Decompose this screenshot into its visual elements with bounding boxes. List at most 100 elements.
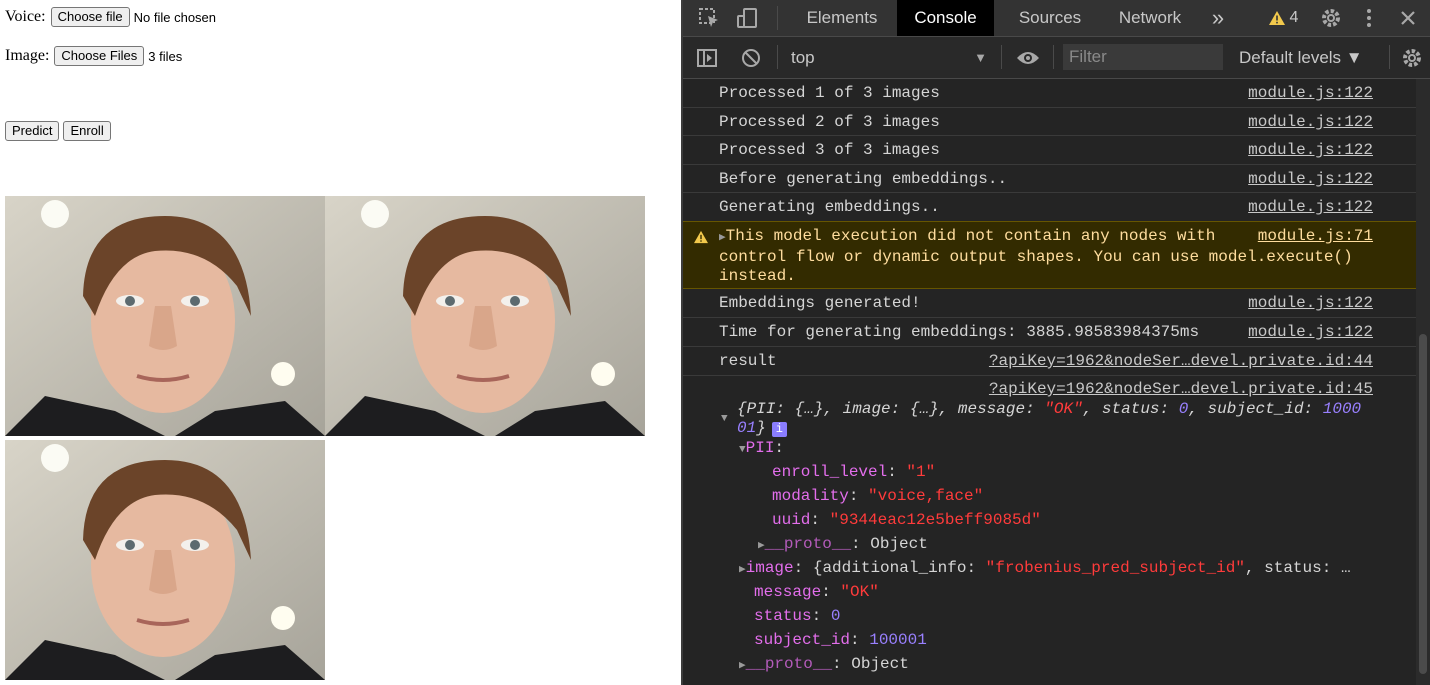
message-text: Before generating embeddings.. <box>719 170 1008 188</box>
console-message: Processed 3 of 3 images module.js:122 <box>683 136 1416 165</box>
collapse-triangle-icon[interactable]: ▼ <box>739 444 746 456</box>
summary-image-val: {…} <box>909 400 939 418</box>
uuid-value: "9344eac12e5beff9085d" <box>829 511 1041 529</box>
object-proto-row[interactable]: ▶__proto__: Object <box>739 655 909 673</box>
image-row: Image: Choose Files 3 files <box>5 46 182 66</box>
show-sidebar-icon[interactable] <box>693 37 721 78</box>
console-object-entry: ?apiKey=1962&nodeSer…devel.private.id:45… <box>683 376 1416 685</box>
summary-status-key: status <box>1101 400 1160 418</box>
enroll-level-key: enroll_level <box>772 463 888 481</box>
predict-button[interactable]: Predict <box>5 121 60 141</box>
tab-elements[interactable]: Elements <box>791 0 893 36</box>
warning-icon <box>1268 11 1285 25</box>
message-row: message: "OK" <box>754 583 879 601</box>
live-expression-eye-icon[interactable] <box>1013 37 1043 78</box>
more-tabs-button[interactable]: » <box>1205 0 1231 36</box>
image-node[interactable]: ▶image: {additional_info: "frobenius_pre… <box>739 559 1351 577</box>
expand-triangle-icon[interactable]: ▶ <box>758 540 765 552</box>
voice-file-button[interactable]: Choose file <box>50 7 130 27</box>
message-key: message <box>754 583 822 601</box>
image-files-button[interactable]: Choose Files <box>54 46 145 66</box>
info-badge-icon[interactable]: i <box>771 422 787 437</box>
console-message: Embeddings generated! module.js:122 <box>683 289 1416 318</box>
face-photo-2 <box>325 196 645 436</box>
summary-open: { <box>737 400 747 418</box>
settings-gear-icon[interactable] <box>1317 0 1345 36</box>
expand-triangle-icon[interactable]: ▶ <box>719 232 726 244</box>
additional-info-value: "frobenius_pred_subject_id" <box>985 559 1245 577</box>
divider <box>1389 45 1390 69</box>
modality-row: modality: "voice,face" <box>772 487 984 505</box>
web-page: Voice: Choose file No file chosen Image:… <box>0 0 681 685</box>
source-link[interactable]: module.js:122 <box>1248 198 1373 216</box>
clear-console-icon[interactable] <box>737 37 765 78</box>
summary-pii-key: PII <box>746 400 776 418</box>
source-link[interactable]: module.js:122 <box>1248 84 1373 102</box>
expand-triangle-icon[interactable]: ▶ <box>739 564 746 576</box>
subject-id-key: subject_id <box>754 631 851 649</box>
console-message: Processed 1 of 3 images module.js:122 <box>683 79 1416 108</box>
more-options-icon[interactable] <box>1359 0 1379 36</box>
summary-message-key: message <box>957 400 1026 418</box>
summary-subject-val: 1000 <box>1322 400 1362 418</box>
source-link[interactable]: module.js:122 <box>1248 141 1373 159</box>
status-value: 0 <box>830 607 841 625</box>
console-scrollbar[interactable] <box>1416 79 1430 685</box>
face-photo-3 <box>5 440 325 680</box>
devtools-panel: Elements Console Sources Network » 4 top… <box>681 0 1430 685</box>
console-warning: ▶This model execution did not contain an… <box>683 221 1416 289</box>
close-devtools-icon[interactable] <box>1397 0 1419 36</box>
console-message: Processed 2 of 3 images module.js:122 <box>683 108 1416 136</box>
tab-sources[interactable]: Sources <box>1003 0 1097 36</box>
pii-proto-row[interactable]: ▶__proto__: Object <box>758 535 928 553</box>
image-key: image <box>745 559 794 577</box>
device-toolbar-icon[interactable] <box>733 0 761 36</box>
message-text: Embeddings generated! <box>719 294 921 312</box>
console-settings-gear-icon[interactable] <box>1399 37 1425 78</box>
source-link[interactable]: module.js:122 <box>1248 113 1373 131</box>
object-summary[interactable]: ▼ {PII: {…}, image: {…}, message: "OK", s… <box>721 400 1361 438</box>
enroll-button[interactable]: Enroll <box>63 121 111 141</box>
divider <box>777 6 778 30</box>
source-link[interactable]: module.js:122 <box>1248 294 1373 312</box>
modality-value: "voice,face" <box>868 487 984 505</box>
message-text: Processed 3 of 3 images <box>719 141 940 159</box>
warning-line-2: control flow or dynamic output shapes. Y… <box>719 248 1353 266</box>
source-link[interactable]: ?apiKey=1962&nodeSer…devel.private.id:44 <box>989 352 1373 370</box>
console-filter-input[interactable]: Filter <box>1063 44 1223 70</box>
source-link[interactable]: ?apiKey=1962&nodeSer…devel.private.id:45 <box>989 380 1373 398</box>
collapse-triangle-icon[interactable]: ▼ <box>721 410 728 429</box>
message-text: Generating embeddings.. <box>719 198 940 216</box>
message-text: Time for generating embeddings: 3885.985… <box>719 323 1200 341</box>
image-prefix: {additional_info: <box>812 559 986 577</box>
proto-key: __proto__ <box>745 655 833 673</box>
pii-key: PII <box>745 439 775 457</box>
source-link[interactable]: module.js:71 <box>1258 227 1373 245</box>
context-label: top <box>791 47 815 67</box>
scrollbar-thumb[interactable] <box>1419 334 1427 674</box>
warning-icon <box>693 230 709 249</box>
proto-value: Object <box>870 535 928 553</box>
message-text: Processed 1 of 3 images <box>719 84 940 102</box>
proto-key: __proto__ <box>764 535 852 553</box>
message-text: result <box>719 352 777 370</box>
warnings-counter[interactable]: 4 <box>1257 0 1309 36</box>
log-levels-dropdown[interactable]: Default levels ▼ <box>1239 37 1363 78</box>
image-label: Image: <box>5 47 50 64</box>
summary-message-val: "OK" <box>1044 400 1083 418</box>
inspect-element-icon[interactable] <box>695 0 723 36</box>
expand-triangle-icon[interactable]: ▶ <box>739 660 746 672</box>
source-link[interactable]: module.js:122 <box>1248 170 1373 188</box>
divider <box>1001 45 1002 69</box>
source-link[interactable]: module.js:122 <box>1248 323 1373 341</box>
tab-network[interactable]: Network <box>1107 0 1193 36</box>
image-suffix: , status: … <box>1244 559 1351 577</box>
tab-console[interactable]: Console <box>897 0 994 36</box>
console-message: result ?apiKey=1962&nodeSer…devel.privat… <box>683 347 1416 376</box>
divider <box>777 45 778 69</box>
uuid-key: uuid <box>772 511 811 529</box>
message-value: "OK" <box>840 583 879 601</box>
pii-node[interactable]: ▼PII: <box>739 439 784 457</box>
enroll-level-value: "1" <box>906 463 936 481</box>
context-selector[interactable]: top ▼ <box>791 37 987 78</box>
